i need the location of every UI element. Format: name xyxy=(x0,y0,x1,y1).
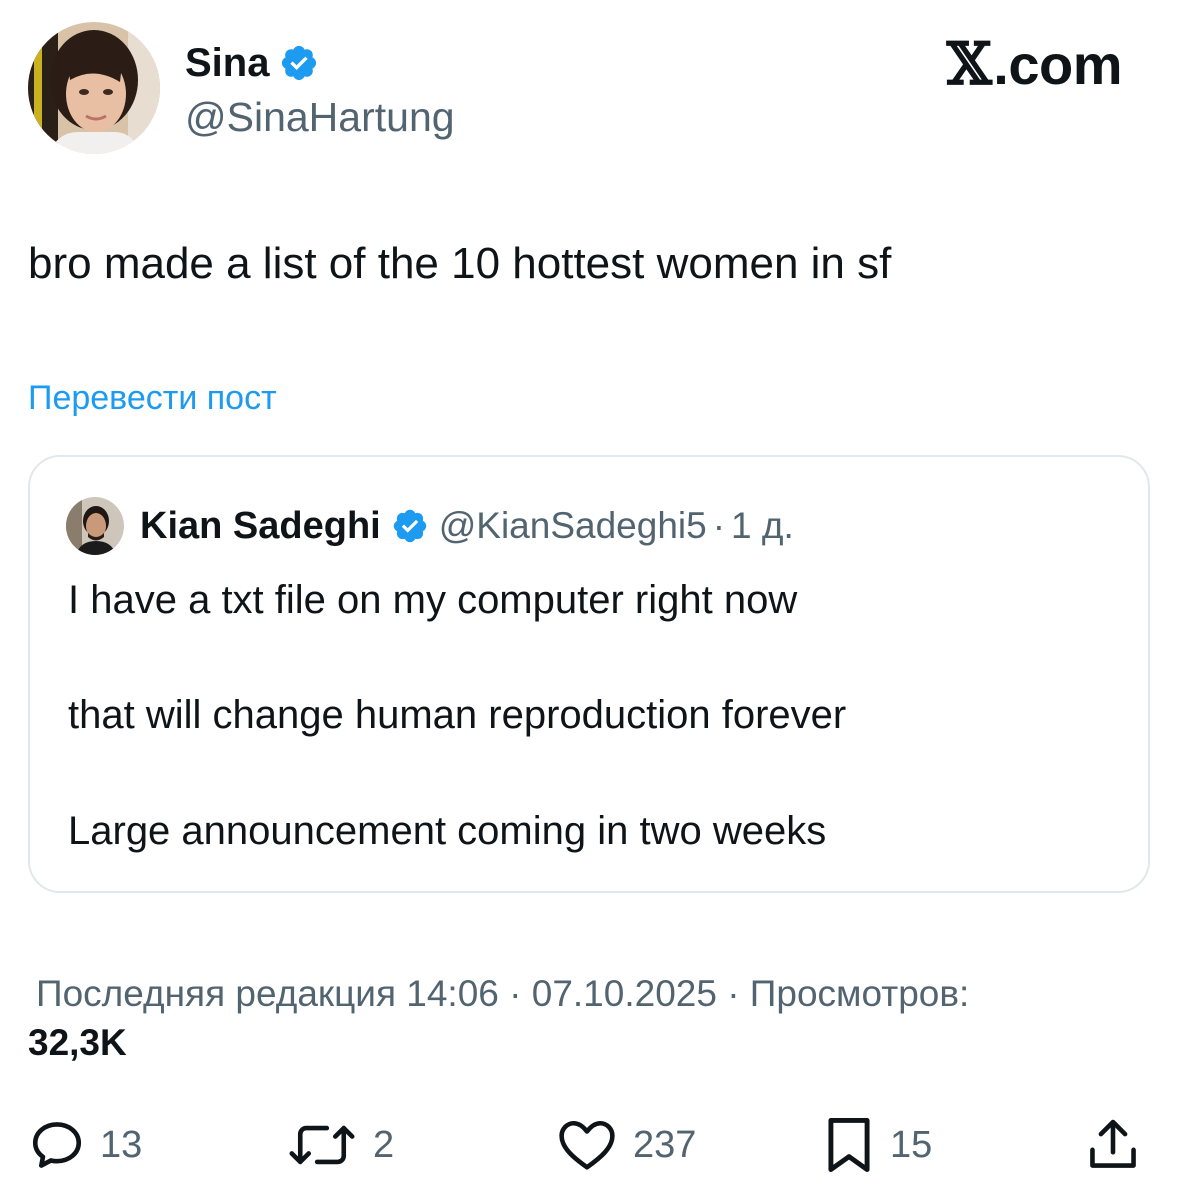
quoted-text-line-3: Large announcement coming in two weeks xyxy=(68,809,827,853)
quoted-post-time[interactable]: 1 д. xyxy=(731,501,794,551)
quoted-text-line-1: I have a txt file on my computer right n… xyxy=(68,578,798,622)
bookmark-icon xyxy=(828,1118,870,1172)
bookmark-button[interactable]: 15 xyxy=(822,1110,932,1180)
quoted-author-avatar[interactable] xyxy=(66,497,124,555)
share-button[interactable] xyxy=(1084,1110,1142,1180)
post-edited-timestamp: Последняя редакция 14:06 · 07.10.2025 · … xyxy=(36,973,970,1014)
author-handle[interactable]: @SinaHartung xyxy=(185,90,455,144)
heart-icon xyxy=(559,1120,615,1170)
quoted-text-line-2: that will change human reproduction fore… xyxy=(68,693,847,737)
post-header: Sina @SinaHartung 𝕏 .com xyxy=(28,22,1152,158)
like-count: 237 xyxy=(633,1124,697,1166)
repost-count: 2 xyxy=(373,1124,395,1166)
author-name[interactable]: Sina xyxy=(185,38,269,88)
translate-post-link[interactable]: Перевести пост xyxy=(28,375,277,421)
post-text: bro made a list of the 10 hottest women … xyxy=(28,239,892,288)
quoted-author-name[interactable]: Kian Sadeghi xyxy=(140,501,381,551)
reply-count: 13 xyxy=(100,1124,143,1166)
repost-button[interactable]: 2 xyxy=(285,1110,394,1180)
x-logo-icon: 𝕏 xyxy=(946,30,992,98)
quoted-post-header: Kian Sadeghi @KianSadeghi5 · 1 д. xyxy=(66,495,794,557)
share-upload-icon xyxy=(1090,1119,1136,1168)
quoted-post-card[interactable]: Kian Sadeghi @KianSadeghi5 · 1 д. I have… xyxy=(28,455,1150,893)
views-count: 32,3K xyxy=(28,1022,127,1063)
author-name-row[interactable]: Sina xyxy=(185,38,319,88)
quoted-separator: · xyxy=(712,505,726,546)
site-label: .com xyxy=(993,33,1122,96)
like-button[interactable]: 237 xyxy=(555,1110,696,1180)
speech-bubble-icon xyxy=(32,1122,82,1168)
bookmark-count: 15 xyxy=(890,1124,933,1166)
verified-badge-icon xyxy=(279,43,319,83)
site-watermark: 𝕏 .com xyxy=(946,30,1123,98)
reply-button[interactable]: 13 xyxy=(28,1110,142,1180)
quoted-author-handle[interactable]: @KianSadeghi5 xyxy=(439,501,707,551)
quoted-verified-badge-icon xyxy=(391,507,429,545)
action-bar: 13 2 237 15 xyxy=(0,1110,1179,1180)
author-avatar[interactable] xyxy=(28,22,160,154)
repost-arrows-icon xyxy=(289,1125,355,1165)
